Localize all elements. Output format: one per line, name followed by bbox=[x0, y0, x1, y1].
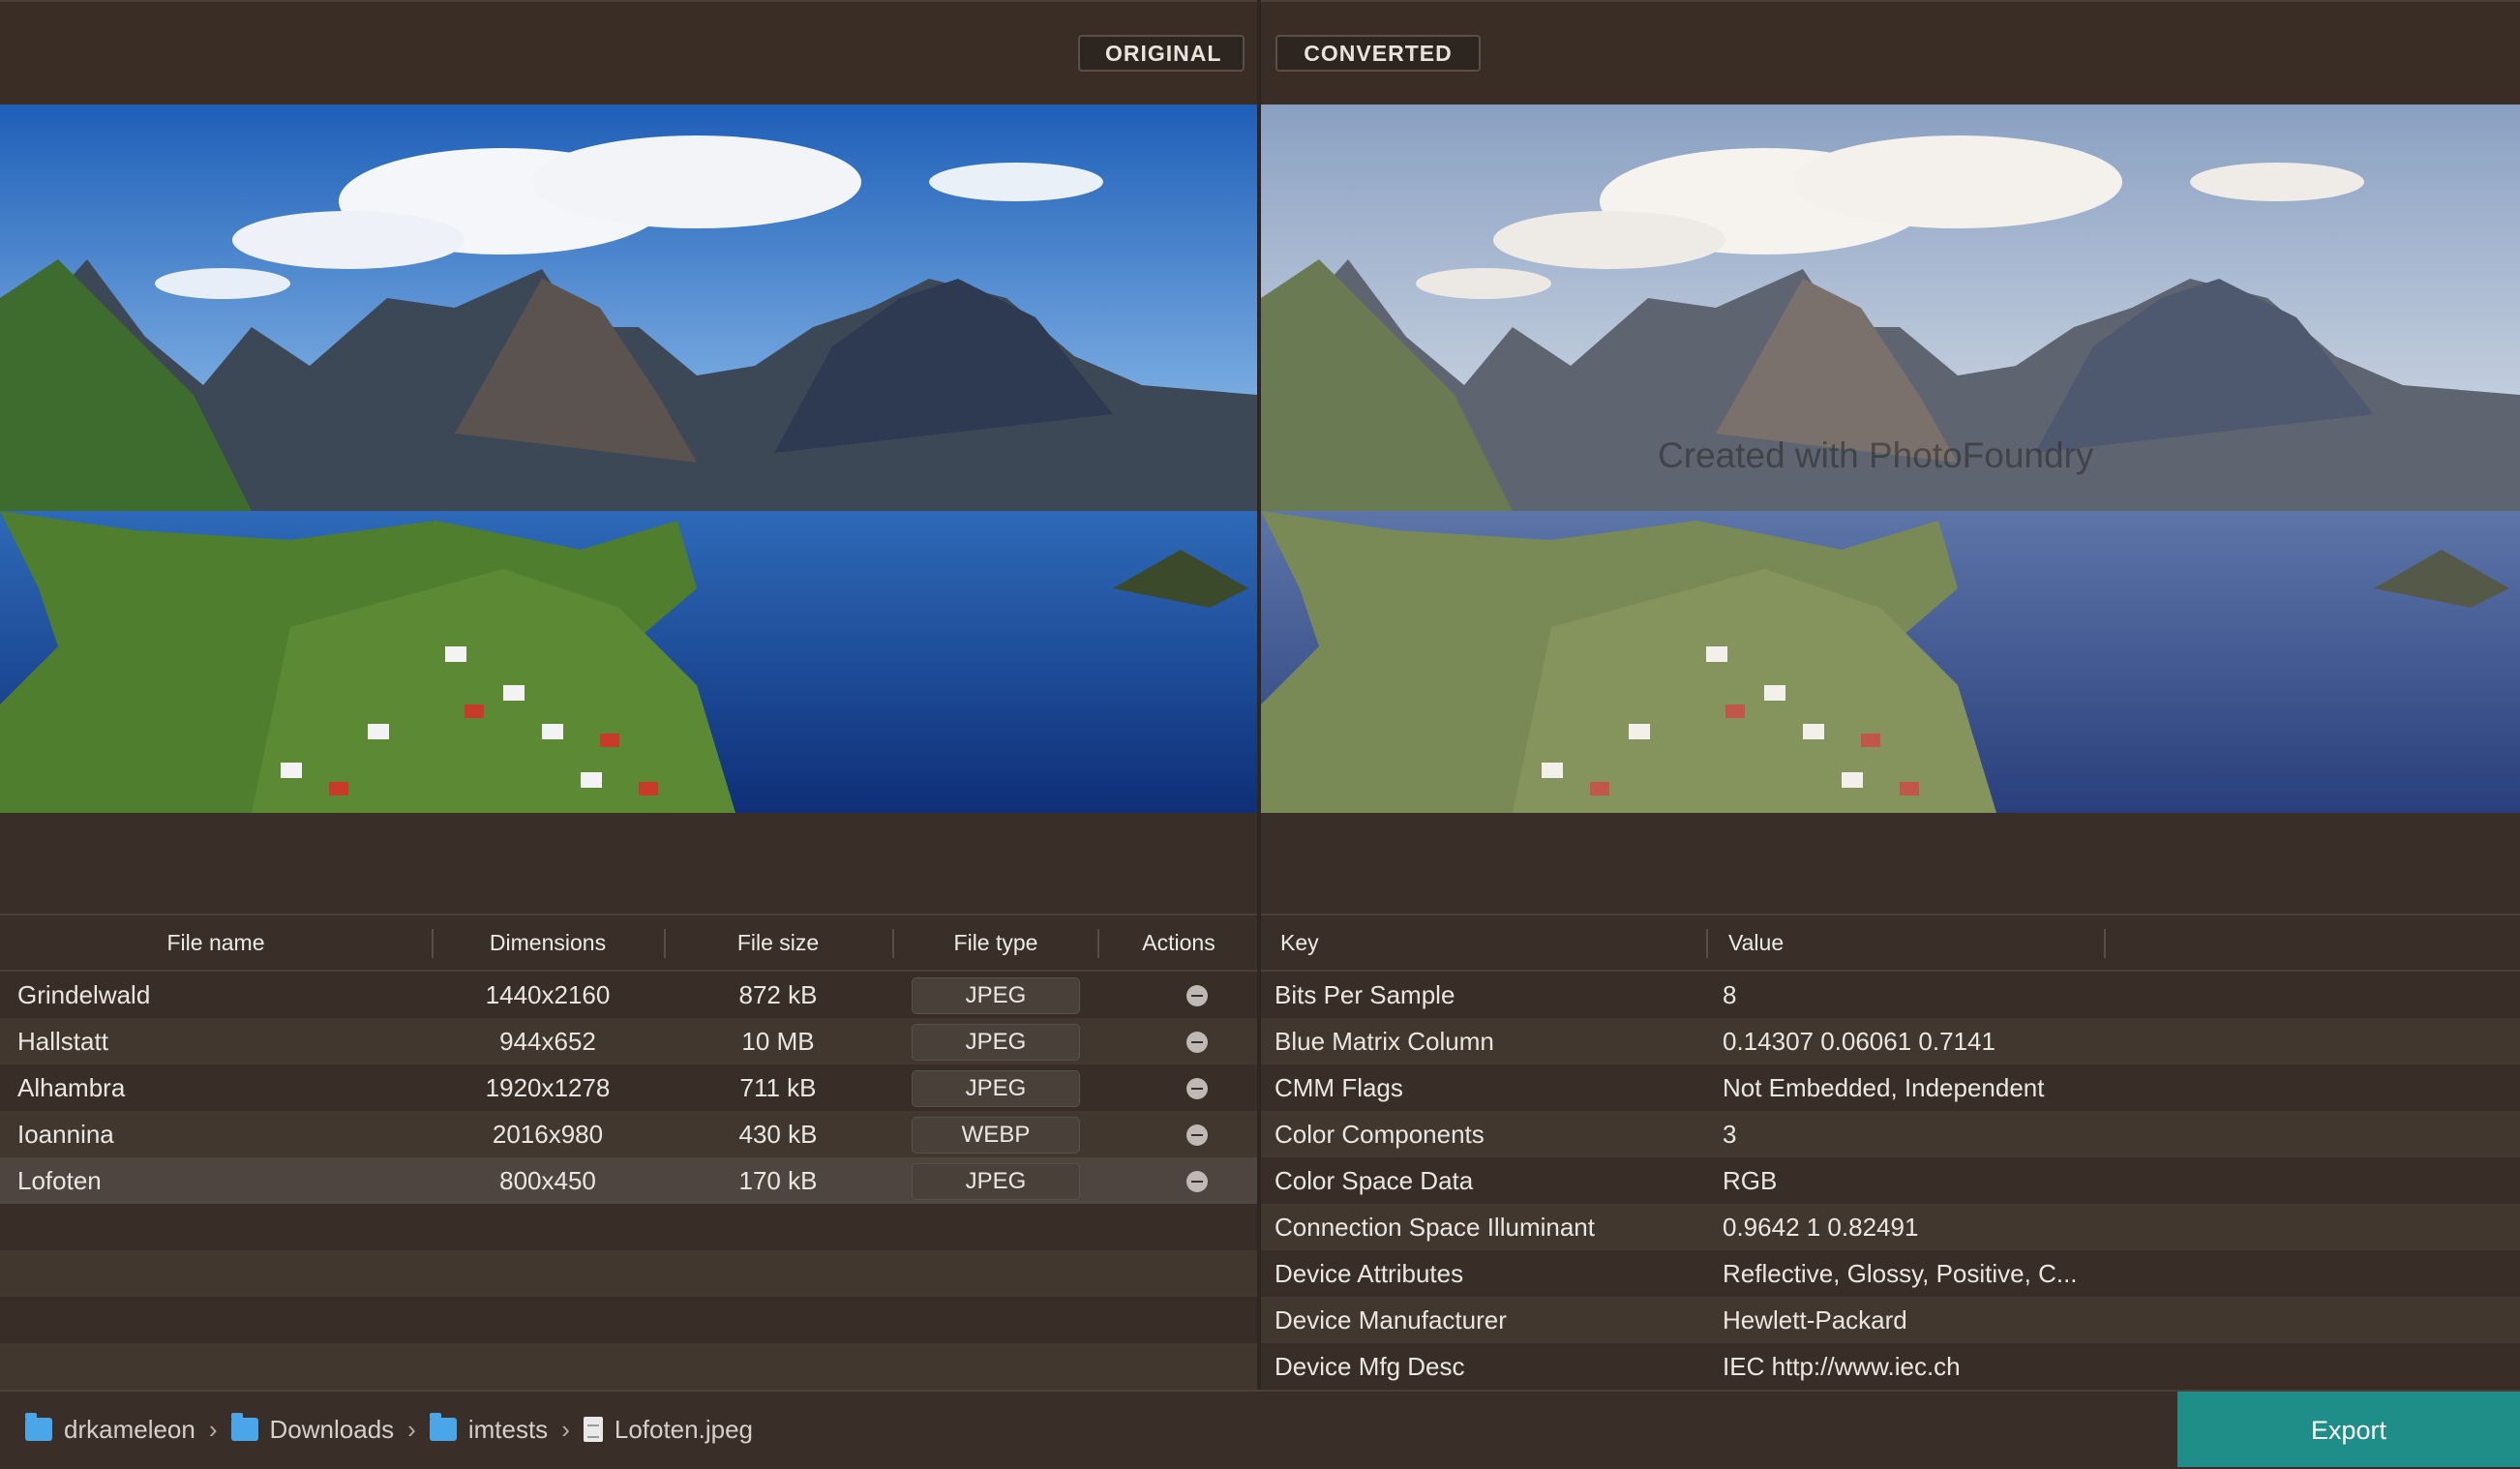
file-type-popup[interactable]: WEBP bbox=[912, 1117, 1080, 1154]
metadata-value: 3 bbox=[1723, 1120, 1737, 1149]
empty-row bbox=[0, 1250, 1257, 1297]
metadata-row[interactable]: Bits Per Sample 8 bbox=[1261, 972, 2520, 1018]
breadcrumb-label: Lofoten.jpeg bbox=[614, 1414, 753, 1444]
converted-toggle-button[interactable]: CONVERTED bbox=[1275, 35, 1481, 72]
remove-icon[interactable] bbox=[1186, 1078, 1208, 1099]
breadcrumb-item[interactable]: Lofoten.jpeg bbox=[583, 1414, 753, 1445]
column-header-file-type[interactable]: File type bbox=[894, 915, 1097, 970]
metadata-row[interactable]: Connection Space Illuminant 0.9642 1 0.8… bbox=[1261, 1204, 2520, 1250]
file-name: Lofoten bbox=[17, 1166, 102, 1195]
column-header-actions[interactable]: Actions bbox=[1099, 915, 1257, 970]
converted-preview-pane: Created with PhotoFoundry bbox=[1261, 105, 2520, 914]
original-toggle-button[interactable]: ORIGINAL bbox=[1078, 35, 1245, 72]
metadata-key: Device Mfg Desc bbox=[1275, 1352, 1465, 1381]
empty-row bbox=[0, 1343, 1257, 1390]
file-type-popup[interactable]: JPEG bbox=[912, 1163, 1080, 1200]
file-row-selected[interactable]: Lofoten 800x450 170 kB JPEG bbox=[0, 1157, 1257, 1204]
breadcrumb-item[interactable]: Downloads bbox=[230, 1413, 395, 1445]
chevron-right-icon: › bbox=[407, 1414, 416, 1444]
file-size: 711 kB bbox=[739, 1073, 817, 1102]
metadata-key: Blue Matrix Column bbox=[1275, 1027, 1494, 1056]
column-separator[interactable] bbox=[1706, 929, 1708, 958]
breadcrumb: drkameleon › Downloads › imtests › Lofot… bbox=[25, 1392, 753, 1467]
metadata-row[interactable]: Device Mfg Desc IEC http://www.iec.ch bbox=[1261, 1343, 2520, 1390]
original-image bbox=[0, 105, 1257, 813]
export-button[interactable]: Export bbox=[2177, 1392, 2520, 1467]
metadata-row[interactable]: Color Components 3 bbox=[1261, 1111, 2520, 1157]
file-name: Ioannina bbox=[17, 1120, 114, 1149]
file-row[interactable]: Hallstatt 944x652 10 MB JPEG bbox=[0, 1018, 1257, 1064]
metadata-key: Connection Space Illuminant bbox=[1275, 1213, 1595, 1242]
column-header-value[interactable]: Value bbox=[1728, 915, 1784, 970]
image-file-icon bbox=[583, 1417, 603, 1442]
metadata-row[interactable]: Color Space Data RGB bbox=[1261, 1157, 2520, 1204]
breadcrumb-item[interactable]: imtests bbox=[429, 1413, 549, 1445]
files-table: File name Dimensions File size File type… bbox=[0, 914, 1257, 1390]
metadata-key: CMM Flags bbox=[1275, 1073, 1403, 1102]
metadata-row[interactable]: CMM Flags Not Embedded, Independent bbox=[1261, 1064, 2520, 1111]
column-header-key[interactable]: Key bbox=[1280, 915, 1319, 970]
file-dimensions: 800x450 bbox=[499, 1166, 596, 1195]
metadata-value: 0.14307 0.06061 0.7141 bbox=[1723, 1027, 1995, 1056]
original-preview-pane bbox=[0, 105, 1257, 914]
file-name: Hallstatt bbox=[17, 1027, 108, 1056]
file-dimensions: 1440x2160 bbox=[485, 980, 611, 1009]
metadata-key: Color Components bbox=[1275, 1120, 1485, 1149]
home-folder-icon bbox=[25, 1413, 52, 1441]
empty-row bbox=[0, 1297, 1257, 1343]
column-separator[interactable] bbox=[2104, 929, 2106, 958]
file-type-popup[interactable]: JPEG bbox=[912, 1070, 1080, 1107]
file-size: 170 kB bbox=[738, 1166, 818, 1195]
file-type-popup[interactable]: JPEG bbox=[912, 1024, 1080, 1061]
metadata-value: Not Embedded, Independent bbox=[1723, 1073, 2045, 1102]
breadcrumb-item[interactable]: drkameleon bbox=[25, 1413, 195, 1445]
watermark-text: Created with PhotoFoundry bbox=[1658, 435, 2094, 475]
file-name: Alhambra bbox=[17, 1073, 126, 1102]
file-size: 430 kB bbox=[738, 1120, 818, 1149]
metadata-table-header: Key Value bbox=[1261, 914, 2520, 972]
empty-row bbox=[0, 1204, 1257, 1250]
file-dimensions: 2016x980 bbox=[492, 1120, 604, 1149]
file-row[interactable]: Ioannina 2016x980 430 kB WEBP bbox=[0, 1111, 1257, 1157]
converted-image: Created with PhotoFoundry bbox=[1261, 105, 2520, 813]
file-row[interactable]: Grindelwald 1440x2160 872 kB JPEG bbox=[0, 972, 1257, 1018]
breadcrumb-label: drkameleon bbox=[64, 1414, 195, 1444]
folder-icon bbox=[429, 1413, 457, 1441]
breadcrumb-label: Downloads bbox=[269, 1414, 395, 1444]
breadcrumb-label: imtests bbox=[467, 1414, 549, 1444]
metadata-value: 0.9642 1 0.82491 bbox=[1723, 1213, 1919, 1242]
file-dimensions: 1920x1278 bbox=[485, 1073, 611, 1102]
files-table-header: File name Dimensions File size File type… bbox=[0, 914, 1257, 972]
file-size: 10 MB bbox=[741, 1027, 815, 1056]
column-header-dimensions[interactable]: Dimensions bbox=[434, 915, 662, 970]
file-size: 872 kB bbox=[738, 980, 818, 1009]
metadata-row[interactable]: Blue Matrix Column 0.14307 0.06061 0.714… bbox=[1261, 1018, 2520, 1064]
remove-icon[interactable] bbox=[1186, 1124, 1208, 1146]
metadata-row[interactable]: Device Manufacturer Hewlett-Packard bbox=[1261, 1297, 2520, 1343]
remove-icon[interactable] bbox=[1186, 985, 1208, 1006]
chevron-right-icon: › bbox=[561, 1414, 570, 1444]
metadata-value: Reflective, Glossy, Positive, C... bbox=[1723, 1259, 2078, 1288]
file-name: Grindelwald bbox=[17, 980, 151, 1009]
file-row[interactable]: Alhambra 1920x1278 711 kB JPEG bbox=[0, 1064, 1257, 1111]
status-bar: drkameleon › Downloads › imtests › Lofot… bbox=[0, 1390, 2520, 1467]
downloads-folder-icon bbox=[230, 1413, 258, 1441]
file-dimensions: 944x652 bbox=[499, 1027, 596, 1056]
remove-icon[interactable] bbox=[1186, 1032, 1208, 1053]
metadata-value: 8 bbox=[1723, 980, 1737, 1009]
metadata-key: Bits Per Sample bbox=[1275, 980, 1455, 1009]
metadata-key: Color Space Data bbox=[1275, 1166, 1474, 1195]
file-type-popup[interactable]: JPEG bbox=[912, 977, 1080, 1014]
metadata-value: RGB bbox=[1723, 1166, 1778, 1195]
column-header-file-name[interactable]: File name bbox=[0, 915, 432, 970]
metadata-value: IEC http://www.iec.ch bbox=[1723, 1352, 1961, 1381]
remove-icon[interactable] bbox=[1186, 1171, 1208, 1192]
metadata-table: Key Value Bits Per Sample 8 Blue Matrix … bbox=[1261, 914, 2520, 1390]
column-header-file-size[interactable]: File size bbox=[666, 915, 890, 970]
chevron-right-icon: › bbox=[208, 1414, 218, 1444]
metadata-value: Hewlett-Packard bbox=[1723, 1305, 1907, 1334]
metadata-row[interactable]: Device Attributes Reflective, Glossy, Po… bbox=[1261, 1250, 2520, 1297]
metadata-key: Device Attributes bbox=[1275, 1259, 1464, 1288]
metadata-key: Device Manufacturer bbox=[1275, 1305, 1507, 1334]
